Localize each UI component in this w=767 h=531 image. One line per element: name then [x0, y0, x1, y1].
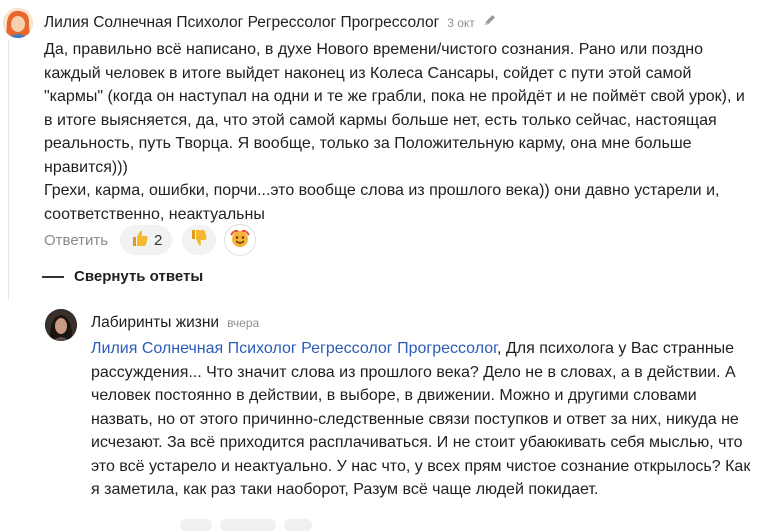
- pencil-icon[interactable]: [483, 13, 497, 27]
- reply-header: Лабиринты жизни вчера: [91, 314, 259, 332]
- comment-body: Да, правильно всё написано, в духе Новог…: [44, 38, 749, 226]
- comment-paragraph: Да, правильно всё написано, в духе Новог…: [44, 41, 745, 176]
- like-count: 2: [153, 231, 163, 249]
- comment-date: 3 окт: [447, 16, 475, 30]
- reply-date: вчера: [227, 316, 260, 330]
- thumbs-up-icon: [130, 228, 150, 252]
- reply-author[interactable]: Лабиринты жизни: [91, 314, 219, 332]
- add-reaction-button[interactable]: [224, 224, 257, 256]
- thread-line: [8, 40, 9, 300]
- dislike-button-clipped[interactable]: [284, 519, 312, 531]
- reply-author-avatar[interactable]: [45, 309, 77, 341]
- reply-button-clipped[interactable]: [180, 519, 212, 531]
- comment-author[interactable]: Лилия Солнечная Психолог Регрессолог Про…: [44, 14, 439, 32]
- author-avatar[interactable]: [3, 8, 33, 38]
- reaction-emoji-icon: [229, 227, 251, 254]
- reply-button[interactable]: Ответить: [44, 232, 108, 249]
- reply-text: , Для психолога у Вас странные рассужден…: [91, 340, 751, 498]
- comment-paragraph: Грехи, карма, ошибки, порчи...это вообще…: [44, 182, 720, 223]
- collapse-dash: [42, 275, 64, 278]
- reply-paragraph: Лилия Солнечная Психолог Регрессолог Про…: [91, 337, 756, 502]
- dislike-button[interactable]: [182, 225, 217, 255]
- mention-link[interactable]: Лилия Солнечная Психолог Регрессолог Про…: [91, 340, 497, 357]
- collapse-replies-button[interactable]: Свернуть ответы: [42, 268, 203, 285]
- reply-actions-clipped: [180, 519, 320, 531]
- reply-body: Лилия Солнечная Психолог Регрессолог Про…: [91, 337, 756, 502]
- thumbs-down-icon: [189, 228, 209, 252]
- comment-actions: Ответить 2: [44, 224, 257, 256]
- collapse-replies-label: Свернуть ответы: [74, 268, 204, 285]
- like-button[interactable]: 2: [120, 225, 173, 255]
- like-button-clipped[interactable]: [220, 519, 276, 531]
- comment-header: Лилия Солнечная Психолог Регрессолог Про…: [44, 13, 497, 32]
